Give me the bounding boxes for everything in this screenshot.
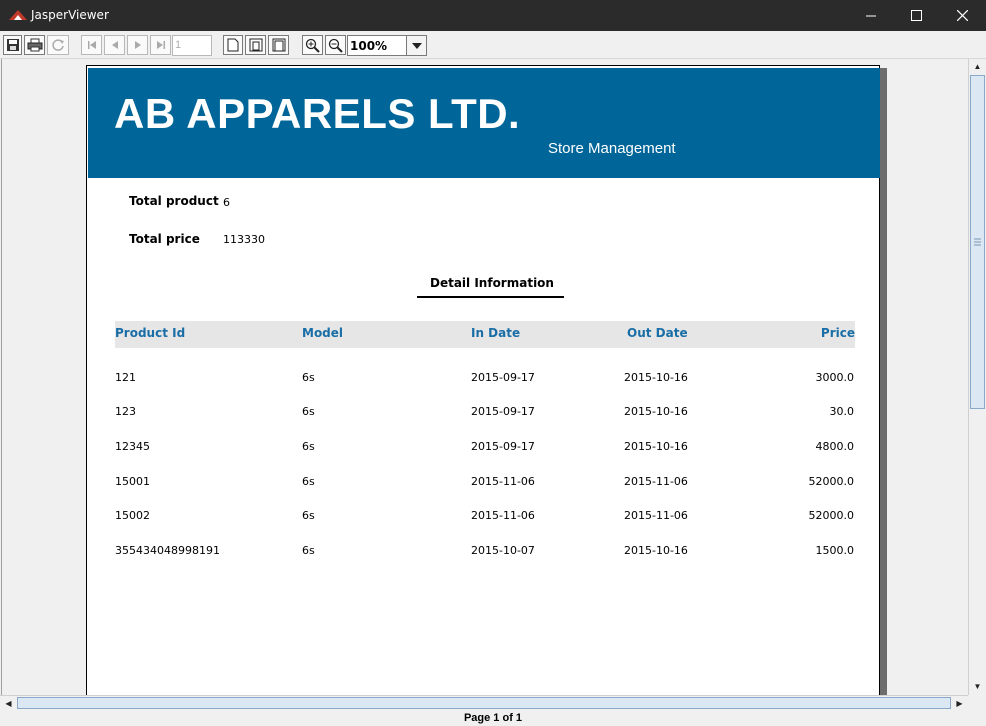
page-indicator: Page 1 of 1 <box>0 709 986 726</box>
actual-size-button[interactable] <box>223 35 243 55</box>
cell-out-date: 2015-10-16 <box>624 544 688 557</box>
cell-product-id: 121 <box>115 371 136 384</box>
vertical-scrollbar[interactable]: ▲ ▼ <box>968 59 985 695</box>
window-title: JasperViewer <box>31 8 109 22</box>
total-price-value: 113330 <box>223 233 265 246</box>
cell-model: 6s <box>302 371 315 384</box>
cell-out-date: 2015-11-06 <box>624 475 688 488</box>
cell-in-date: 2015-11-06 <box>471 475 535 488</box>
cell-product-id: 12345 <box>115 440 150 453</box>
total-product-label: Total product <box>129 194 219 208</box>
jasper-logo-icon <box>9 10 27 20</box>
fit-width-icon <box>272 38 285 52</box>
print-icon <box>27 38 42 52</box>
report-page: AB APPARELS LTD. Store Management Total … <box>86 65 880 695</box>
cell-model: 6s <box>302 544 315 557</box>
zoom-in-icon <box>305 38 320 53</box>
cell-product-id: 15002 <box>115 509 150 522</box>
section-underline <box>417 296 564 298</box>
cell-model: 6s <box>302 475 315 488</box>
fit-width-button[interactable] <box>268 35 289 55</box>
chevron-down-icon[interactable] <box>406 36 426 55</box>
cell-price: 52000.0 <box>808 475 855 488</box>
cell-price: 52000.0 <box>808 509 855 522</box>
horizontal-scrollbar[interactable]: ◀ ▶ <box>0 695 968 709</box>
column-header-out-date: Out Date <box>627 326 688 340</box>
title-bar: JasperViewer <box>0 0 986 31</box>
report-banner: AB APPARELS LTD. Store Management <box>88 68 880 178</box>
cell-out-date: 2015-10-16 <box>624 405 688 418</box>
cell-in-date: 2015-09-17 <box>471 440 535 453</box>
cell-price: 1500.0 <box>815 544 855 557</box>
page-number-input[interactable]: 1 <box>172 35 212 56</box>
cell-out-date: 2015-10-16 <box>624 440 688 453</box>
next-page-button[interactable] <box>127 35 148 55</box>
minimize-button[interactable] <box>848 0 894 31</box>
toolbar: 1 100% <box>0 31 986 59</box>
last-page-button[interactable] <box>150 35 171 55</box>
total-product-value: 6 <box>223 196 230 209</box>
zoom-in-button[interactable] <box>302 35 323 55</box>
last-page-icon <box>156 41 165 49</box>
cell-out-date: 2015-10-16 <box>624 371 688 384</box>
column-header-in-date: In Date <box>471 326 521 340</box>
print-button[interactable] <box>24 35 45 55</box>
horizontal-scroll-thumb[interactable] <box>17 697 951 709</box>
next-page-icon <box>134 41 141 49</box>
total-price-label: Total price <box>129 232 200 246</box>
scroll-left-icon[interactable]: ◀ <box>1 696 16 710</box>
zoom-select[interactable]: 100% <box>347 35 427 56</box>
scroll-up-icon[interactable]: ▲ <box>970 59 985 73</box>
zoom-value: 100% <box>350 39 388 53</box>
first-page-button[interactable] <box>81 35 102 55</box>
save-button[interactable] <box>3 35 22 55</box>
cell-model: 6s <box>302 405 315 418</box>
column-header-product-id: Product Id <box>115 326 186 340</box>
section-title: Detail Information <box>430 276 554 290</box>
cell-in-date: 2015-09-17 <box>471 405 535 418</box>
maximize-icon <box>910 10 922 21</box>
cell-product-id: 355434048998191 <box>115 544 220 557</box>
zoom-out-button[interactable] <box>325 35 346 55</box>
report-subtitle: Store Management <box>548 140 676 157</box>
reload-button[interactable] <box>47 35 69 55</box>
fit-page-button[interactable] <box>245 35 266 55</box>
scroll-down-icon[interactable]: ▼ <box>970 679 985 693</box>
cell-model: 6s <box>302 509 315 522</box>
previous-page-icon <box>111 41 118 49</box>
grip-icon <box>974 238 981 246</box>
vertical-scroll-thumb[interactable] <box>970 75 985 409</box>
cell-in-date: 2015-10-07 <box>471 544 535 557</box>
cell-price: 30.0 <box>829 405 855 418</box>
maximize-button[interactable] <box>893 0 939 31</box>
minimize-icon <box>865 15 876 17</box>
column-header-price: Price <box>820 326 855 340</box>
close-icon <box>956 9 968 22</box>
scroll-right-icon[interactable]: ▶ <box>952 696 967 710</box>
close-button[interactable] <box>939 0 985 31</box>
cell-price: 3000.0 <box>815 371 855 384</box>
cell-in-date: 2015-09-17 <box>471 371 535 384</box>
cell-in-date: 2015-11-06 <box>471 509 535 522</box>
fit-page-icon <box>249 38 262 52</box>
actual-size-icon <box>227 38 239 52</box>
table-header: Product Id Model In Date Out Date Price <box>115 321 855 348</box>
column-header-model: Model <box>302 326 344 340</box>
cell-out-date: 2015-11-06 <box>624 509 688 522</box>
zoom-out-icon <box>328 38 343 53</box>
cell-product-id: 123 <box>115 405 136 418</box>
previous-page-button[interactable] <box>104 35 125 55</box>
first-page-icon <box>87 41 96 49</box>
cell-product-id: 15001 <box>115 475 150 488</box>
company-name: AB APPARELS LTD. <box>114 90 521 137</box>
report-viewport[interactable]: AB APPARELS LTD. Store Management Total … <box>1 59 968 695</box>
save-icon <box>6 39 19 51</box>
cell-model: 6s <box>302 440 315 453</box>
reload-icon <box>52 39 64 51</box>
cell-price: 4800.0 <box>815 440 855 453</box>
